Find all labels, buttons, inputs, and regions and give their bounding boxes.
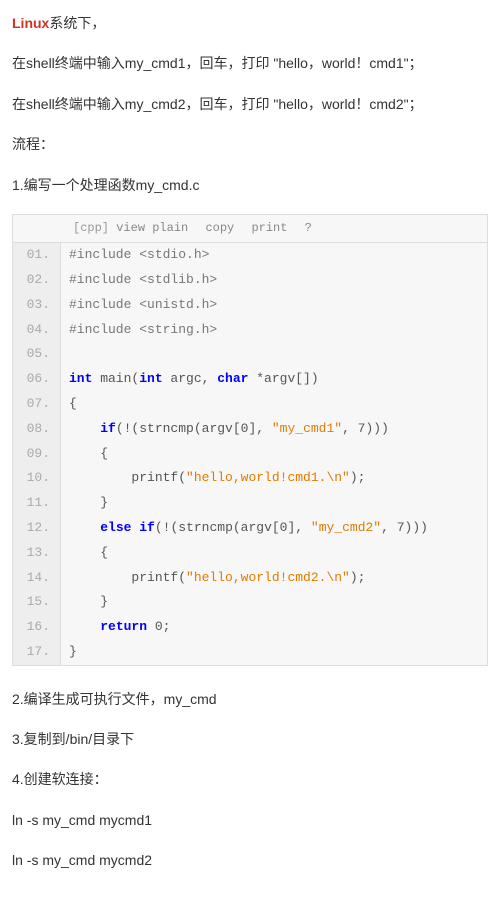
line-number: 09. <box>13 442 61 467</box>
code-row: 10. printf("hello,world!cmd1.\n"); <box>13 466 487 491</box>
line-content: { <box>61 541 487 566</box>
line-content: #include <stdlib.h> <box>61 268 487 293</box>
intro-line-1: Linux系统下， <box>12 12 488 34</box>
line-content: } <box>61 590 487 615</box>
step-5: ln -s my_cmd mycmd1 <box>12 809 488 831</box>
code-row: 17.} <box>13 640 487 665</box>
step-4: 4.创建软连接： <box>12 768 488 790</box>
line-content: int main(int argc, char *argv[]) <box>61 367 487 392</box>
line-number: 17. <box>13 640 61 665</box>
line-content: printf("hello,world!cmd1.\n"); <box>61 466 487 491</box>
code-row: 14. printf("hello,world!cmd2.\n"); <box>13 566 487 591</box>
line-number: 10. <box>13 466 61 491</box>
code-row: 16. return 0; <box>13 615 487 640</box>
linux-label: Linux <box>12 15 49 31</box>
step-2: 2.编译生成可执行文件，my_cmd <box>12 688 488 710</box>
line-number: 13. <box>13 541 61 566</box>
code-row: 06.int main(int argc, char *argv[]) <box>13 367 487 392</box>
code-row: 07.{ <box>13 392 487 417</box>
line-number: 02. <box>13 268 61 293</box>
line-content: } <box>61 491 487 516</box>
intro-line-1-suffix: 系统下， <box>49 15 105 31</box>
code-row: 09. { <box>13 442 487 467</box>
toolbar-copy[interactable]: copy <box>205 221 234 235</box>
intro-line-3: 在shell终端中输入my_cmd2，回车，打印 "hello，world！cm… <box>12 93 488 115</box>
line-number: 03. <box>13 293 61 318</box>
toolbar-lang: [cpp] <box>73 221 109 235</box>
intro-line-2: 在shell终端中输入my_cmd1，回车，打印 "hello，world！cm… <box>12 52 488 74</box>
toolbar-view-plain[interactable]: view plain <box>116 221 188 235</box>
toolbar-print[interactable]: print <box>251 221 287 235</box>
code-toolbar: [cpp] view plain copy print ? <box>13 215 487 243</box>
toolbar-help[interactable]: ? <box>305 221 312 235</box>
code-row: 05. <box>13 342 487 367</box>
line-content: if(!(strncmp(argv[0], "my_cmd1", 7))) <box>61 417 487 442</box>
line-content: else if(!(strncmp(argv[0], "my_cmd2", 7)… <box>61 516 487 541</box>
code-row: 04.#include <string.h> <box>13 318 487 343</box>
line-number: 07. <box>13 392 61 417</box>
code-row: 02.#include <stdlib.h> <box>13 268 487 293</box>
code-row: 08. if(!(strncmp(argv[0], "my_cmd1", 7))… <box>13 417 487 442</box>
line-number: 11. <box>13 491 61 516</box>
line-content: #include <unistd.h> <box>61 293 487 318</box>
line-number: 04. <box>13 318 61 343</box>
line-number: 12. <box>13 516 61 541</box>
line-number: 05. <box>13 342 61 367</box>
line-number: 01. <box>13 243 61 268</box>
code-lines: 01.#include <stdio.h>02.#include <stdlib… <box>13 243 487 665</box>
step-3: 3.复制到/bin/目录下 <box>12 728 488 750</box>
step-6: ln -s my_cmd mycmd2 <box>12 849 488 871</box>
intro-line-4: 流程： <box>12 133 488 155</box>
line-content: return 0; <box>61 615 487 640</box>
line-number: 15. <box>13 590 61 615</box>
line-content: printf("hello,world!cmd2.\n"); <box>61 566 487 591</box>
line-number: 16. <box>13 615 61 640</box>
code-row: 03.#include <unistd.h> <box>13 293 487 318</box>
code-row: 13. { <box>13 541 487 566</box>
line-content: #include <stdio.h> <box>61 243 487 268</box>
code-row: 01.#include <stdio.h> <box>13 243 487 268</box>
line-content: } <box>61 640 487 665</box>
line-content: { <box>61 392 487 417</box>
line-content: { <box>61 442 487 467</box>
line-content: #include <string.h> <box>61 318 487 343</box>
code-block: [cpp] view plain copy print ? 01.#includ… <box>12 214 488 666</box>
intro-line-5: 1.编写一个处理函数my_cmd.c <box>12 174 488 196</box>
code-row: 12. else if(!(strncmp(argv[0], "my_cmd2"… <box>13 516 487 541</box>
line-number: 08. <box>13 417 61 442</box>
code-row: 15. } <box>13 590 487 615</box>
line-number: 14. <box>13 566 61 591</box>
line-content <box>61 342 487 367</box>
line-number: 06. <box>13 367 61 392</box>
code-row: 11. } <box>13 491 487 516</box>
